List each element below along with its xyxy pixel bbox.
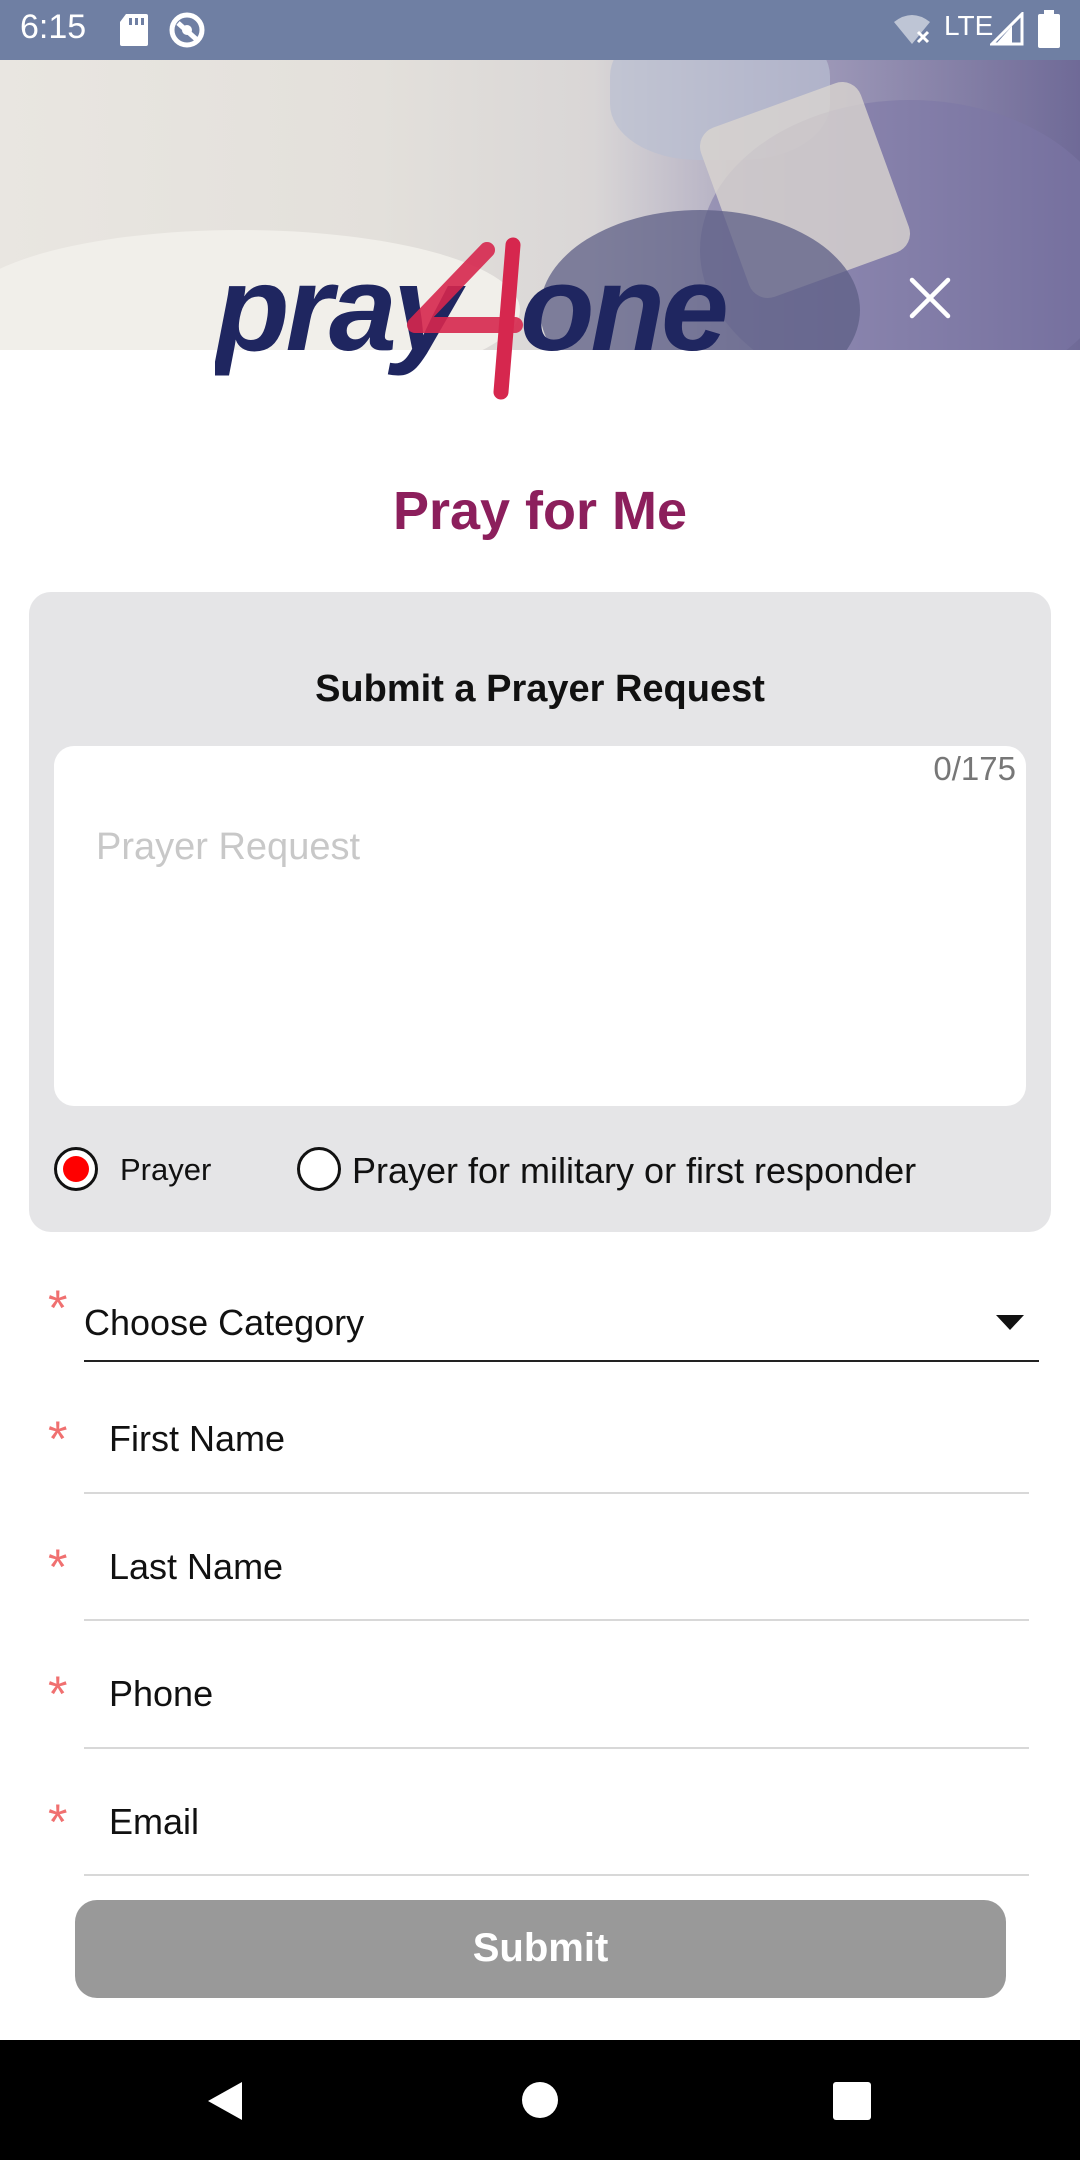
- category-dropdown-label: Choose Category: [84, 1302, 365, 1343]
- signal-icon: [990, 12, 1024, 46]
- required-marker: *: [48, 1539, 68, 1595]
- pray4one-logo: pray one: [215, 230, 810, 400]
- email-field[interactable]: [84, 1770, 1029, 1876]
- recents-icon[interactable]: [833, 2082, 871, 2120]
- dropdown-caret-icon[interactable]: [996, 1315, 1024, 1330]
- status-bar: 6:15 LTE: [0, 0, 1080, 60]
- home-icon[interactable]: [521, 2081, 559, 2119]
- prayer-request-textarea[interactable]: [54, 746, 1026, 1106]
- radio-selected-dot: [63, 1156, 89, 1182]
- required-marker: *: [48, 1794, 68, 1850]
- page-title: Pray for Me: [392, 481, 688, 541]
- card-title: Submit a Prayer Request: [315, 668, 765, 710]
- first-name-label: First Name: [109, 1418, 286, 1459]
- battery-icon: [1038, 10, 1060, 48]
- status-time: 6:15: [20, 8, 87, 46]
- close-icon[interactable]: [900, 268, 960, 328]
- email-label: Email: [109, 1801, 200, 1842]
- navigation-bar: [0, 2040, 1080, 2160]
- phone-label: Phone: [109, 1673, 214, 1714]
- back-icon[interactable]: [204, 2080, 246, 2122]
- radio-prayer[interactable]: [54, 1147, 98, 1191]
- submit-button-label: Submit: [472, 1926, 609, 1970]
- wifi-off-icon: [894, 15, 930, 44]
- radio-prayer-label[interactable]: Prayer: [120, 1152, 211, 1188]
- required-marker: *: [48, 1666, 68, 1722]
- phone-field[interactable]: [84, 1643, 1029, 1749]
- radio-military-first-responder-label[interactable]: Prayer for military or first responder: [352, 1150, 916, 1192]
- svg-text:one: one: [520, 240, 726, 376]
- required-marker: *: [48, 1280, 68, 1336]
- radio-military-first-responder[interactable]: [297, 1147, 341, 1191]
- sync-icon: [169, 12, 205, 48]
- last-name-label: Last Name: [109, 1546, 284, 1587]
- network-type: LTE: [944, 10, 994, 41]
- character-counter: 0/175: [933, 750, 1016, 787]
- required-marker: *: [48, 1411, 68, 1467]
- prayer-request-placeholder: Prayer Request: [96, 826, 361, 868]
- sd-card-icon: [120, 14, 148, 46]
